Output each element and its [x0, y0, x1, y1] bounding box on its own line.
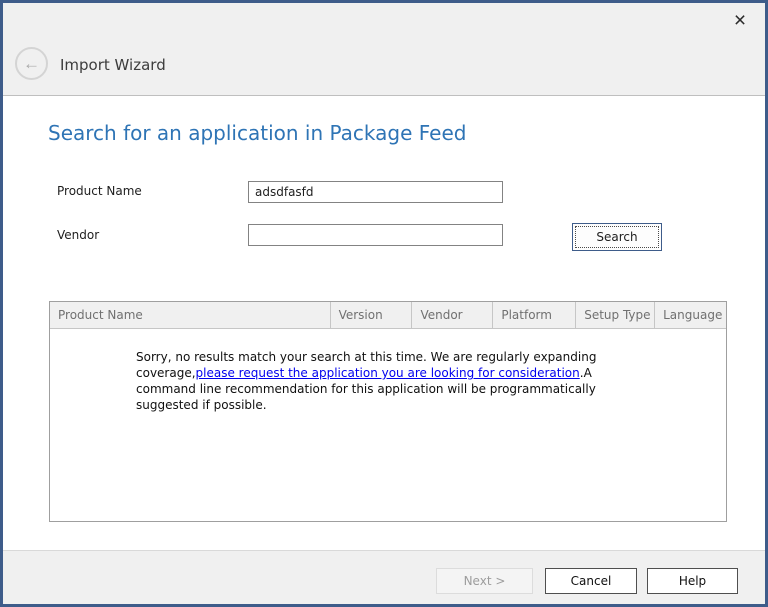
page-title: Search for an application in Package Fee…: [48, 121, 466, 145]
column-header-platform[interactable]: Platform: [493, 302, 576, 328]
footer-bar: Next > Cancel Help: [3, 550, 765, 604]
results-table: Product Name Version Vendor Platform Set…: [49, 301, 727, 522]
no-results-message: Sorry, no results match your search at t…: [136, 349, 600, 413]
back-button[interactable]: ←: [15, 47, 48, 80]
column-header-language[interactable]: Language: [655, 302, 726, 328]
next-button[interactable]: Next >: [436, 568, 533, 594]
wizard-title: Import Wizard: [60, 56, 166, 74]
results-table-header: Product Name Version Vendor Platform Set…: [50, 302, 726, 329]
back-arrow-icon: ←: [23, 55, 40, 72]
close-button[interactable]: ×: [725, 7, 755, 35]
help-button[interactable]: Help: [647, 568, 738, 594]
column-header-setup-type[interactable]: Setup Type: [576, 302, 655, 328]
column-header-vendor[interactable]: Vendor: [412, 302, 493, 328]
vendor-label: Vendor: [57, 228, 99, 242]
import-wizard-dialog: × ← Import Wizard Search for an applicat…: [0, 0, 768, 607]
search-button[interactable]: Search: [572, 223, 662, 251]
column-header-product-name[interactable]: Product Name: [50, 302, 331, 328]
product-name-label: Product Name: [57, 184, 142, 198]
wizard-header: × ← Import Wizard: [3, 3, 765, 96]
results-table-body: Sorry, no results match your search at t…: [50, 329, 726, 521]
cancel-button[interactable]: Cancel: [545, 568, 637, 594]
product-name-input[interactable]: [248, 181, 503, 203]
close-icon: ×: [734, 9, 746, 32]
vendor-input[interactable]: [248, 224, 503, 246]
request-application-link[interactable]: please request the application you are l…: [196, 366, 580, 380]
column-header-version[interactable]: Version: [331, 302, 413, 328]
